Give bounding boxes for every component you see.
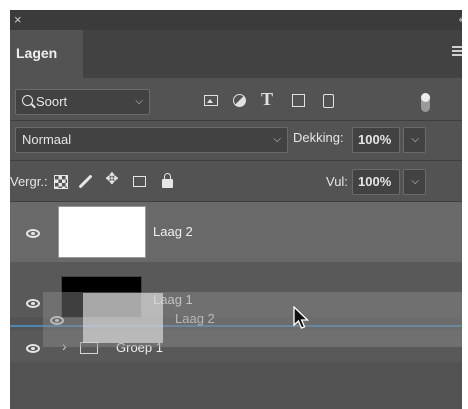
type-filter-icon[interactable]: T	[261, 89, 273, 110]
eye-icon[interactable]	[26, 229, 40, 238]
lock-image-pixels-icon[interactable]	[78, 174, 93, 189]
layer-thumbnail	[58, 206, 146, 258]
fill-label: Vul:	[326, 174, 348, 189]
chevron-down-icon: ⌵	[411, 134, 419, 145]
collapse-icon[interactable]: ‹‹	[459, 12, 462, 28]
lock-transparent-pixels-icon[interactable]	[54, 175, 68, 189]
chevron-down-icon: ⌵	[135, 96, 143, 107]
filter-toggle-icon[interactable]	[421, 93, 430, 112]
lock-all-icon[interactable]	[162, 173, 173, 188]
drag-ghost-thumbnail	[83, 293, 163, 343]
eye-icon[interactable]	[26, 344, 40, 353]
mouse-cursor-icon	[293, 306, 310, 329]
panel-menu-icon[interactable]	[452, 46, 462, 56]
tab-bar: Lagen	[10, 30, 462, 78]
tab-layers[interactable]: Lagen	[10, 30, 83, 78]
lock-artboard-icon[interactable]	[133, 176, 146, 187]
opacity-label: Dekking:	[293, 130, 344, 145]
blend-mode-dropdown[interactable]: Normaal ⌵	[15, 127, 288, 153]
divider	[10, 120, 462, 121]
close-icon[interactable]: ×	[14, 12, 22, 28]
shape-filter-icon[interactable]	[292, 94, 305, 107]
chevron-down-icon: ⌵	[411, 176, 419, 187]
eye-icon[interactable]	[26, 299, 40, 308]
opacity-dropdown-button[interactable]: ⌵	[403, 127, 426, 153]
chevron-down-icon: ⌵	[273, 134, 281, 145]
filter-kind-dropdown[interactable]: Soort ⌵	[15, 89, 150, 115]
opacity-input[interactable]: 100%	[352, 127, 400, 153]
fill-dropdown-button[interactable]: ⌵	[403, 169, 426, 195]
adjustment-filter-icon[interactable]	[233, 94, 246, 107]
image-filter-icon[interactable]	[204, 95, 218, 106]
smart-object-filter-icon[interactable]	[323, 94, 334, 108]
layer-name[interactable]: Laag 2	[153, 224, 193, 239]
drag-ghost-label: Laag 2	[175, 311, 215, 326]
lock-label: Vergr.:	[10, 174, 48, 189]
fill-input[interactable]: 100%	[352, 169, 400, 195]
layer-row[interactable]: Laag 2	[10, 201, 462, 263]
layers-panel: × ‹‹ Lagen Soort ⌵ T Normaal ⌵ Dekking: …	[10, 10, 462, 409]
panel-title-bar: × ‹‹	[10, 10, 462, 30]
filter-kind-label: Soort	[36, 94, 68, 109]
search-icon	[22, 95, 33, 106]
drag-ghost-eye-icon	[50, 316, 64, 325]
divider	[10, 160, 462, 161]
blend-mode-value: Normaal	[22, 132, 72, 147]
lock-position-icon[interactable]: ✥	[104, 172, 120, 188]
